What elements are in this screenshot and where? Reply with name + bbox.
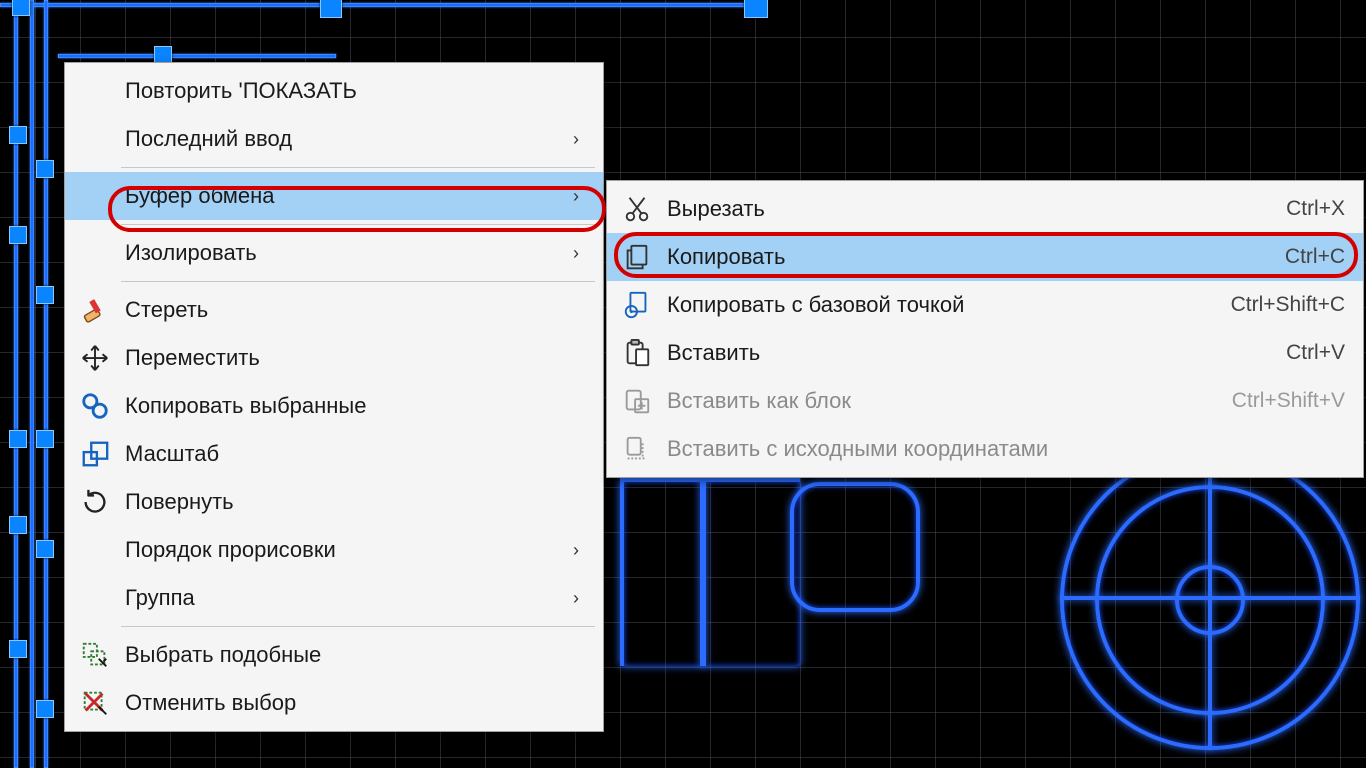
submenu-item-label: Вставить как блок [667,388,1202,414]
submenu-item-paste[interactable]: Вставить Ctrl+V [607,329,1363,377]
submenu-clipboard: Вырезать Ctrl+X Копировать Ctrl+C Копиро… [606,180,1364,478]
submenu-item-paste-block: Вставить как блок Ctrl+Shift+V [607,377,1363,425]
menu-item-label: Отменить выбор [125,690,585,716]
menu-item-label: Последний ввод [125,126,567,152]
selection-grip[interactable] [36,430,54,448]
submenu-item-shortcut: Ctrl+Shift+C [1201,293,1345,317]
submenu-arrow-icon: › [567,186,585,207]
selection-grip[interactable] [744,0,768,18]
submenu-item-label: Копировать [667,244,1255,270]
selection-edge [30,0,34,768]
copy-basepoint-icon [607,290,667,320]
menu-item-label: Копировать выбранные [125,393,585,419]
menu-item-move[interactable]: Переместить [65,334,603,382]
menu-item-label: Масштаб [125,441,585,467]
selection-edge [0,3,760,7]
submenu-arrow-icon: › [567,129,585,150]
menu-item-label: Стереть [125,297,585,323]
selection-grip[interactable] [36,700,54,718]
context-menu: Повторить 'ПОКАЗАТЬ Последний ввод › Буф… [64,62,604,732]
menu-item-label: Буфер обмена [125,183,567,209]
menu-item-rotate[interactable]: Повернуть [65,478,603,526]
submenu-item-shortcut: Ctrl+V [1256,341,1345,365]
move-icon [65,343,125,373]
menu-separator [121,281,595,282]
selection-grip[interactable] [9,430,27,448]
selection-grip[interactable] [12,0,30,16]
selection-grip[interactable] [36,160,54,178]
copy-selected-icon [65,391,125,421]
menu-item-label: Повернуть [125,489,585,515]
submenu-arrow-icon: › [567,243,585,264]
submenu-item-label: Копировать с базовой точкой [667,292,1201,318]
submenu-item-label: Вставить с исходными координатами [667,436,1345,462]
menu-item-label: Переместить [125,345,585,371]
select-similar-icon [65,640,125,670]
drawing-line [620,478,800,666]
selection-edge [44,0,48,768]
menu-item-repeat[interactable]: Повторить 'ПОКАЗАТЬ [65,67,603,115]
menu-item-group[interactable]: Группа › [65,574,603,622]
menu-item-deselect[interactable]: Отменить выбор [65,679,603,727]
drawing-line [1208,450,1212,750]
submenu-item-shortcut: Ctrl+C [1255,245,1345,269]
selection-edge [58,54,336,58]
erase-icon [65,295,125,325]
menu-item-erase[interactable]: Стереть [65,286,603,334]
selection-grip[interactable] [9,226,27,244]
cut-icon [607,194,667,224]
menu-item-label: Порядок прорисовки [125,537,567,563]
copy-icon [607,242,667,272]
submenu-item-paste-original: Вставить с исходными координатами [607,425,1363,473]
submenu-item-copy-base[interactable]: Копировать с базовой точкой Ctrl+Shift+C [607,281,1363,329]
paste-original-icon [607,434,667,464]
submenu-item-shortcut: Ctrl+Shift+V [1202,389,1345,413]
scale-icon [65,439,125,469]
paste-block-icon [607,386,667,416]
submenu-item-shortcut: Ctrl+X [1256,197,1345,221]
paste-icon [607,338,667,368]
menu-item-label: Изолировать [125,240,567,266]
submenu-item-copy[interactable]: Копировать Ctrl+C [607,233,1363,281]
submenu-item-cut[interactable]: Вырезать Ctrl+X [607,185,1363,233]
deselect-icon [65,688,125,718]
menu-item-scale[interactable]: Масштаб [65,430,603,478]
menu-separator [121,224,595,225]
menu-item-label: Группа [125,585,567,611]
selection-grip[interactable] [9,516,27,534]
menu-item-draw-order[interactable]: Порядок прорисовки › [65,526,603,574]
submenu-item-label: Вставить [667,340,1256,366]
rotate-icon [65,487,125,517]
menu-separator [121,626,595,627]
menu-item-clipboard[interactable]: Буфер обмена › [65,172,603,220]
menu-item-label: Выбрать подобные [125,642,585,668]
selection-grip[interactable] [9,126,27,144]
drawing-shape [790,482,920,612]
submenu-item-label: Вырезать [667,196,1256,222]
selection-grip[interactable] [36,540,54,558]
submenu-arrow-icon: › [567,588,585,609]
selection-grip[interactable] [36,286,54,304]
menu-item-isolate[interactable]: Изолировать › [65,229,603,277]
selection-grip[interactable] [9,640,27,658]
menu-item-select-similar[interactable]: Выбрать подобные [65,631,603,679]
drawing-line [700,478,706,666]
menu-item-label: Повторить 'ПОКАЗАТЬ [125,78,585,104]
menu-separator [121,167,595,168]
menu-item-recent-input[interactable]: Последний ввод › [65,115,603,163]
selection-grip[interactable] [320,0,342,18]
menu-item-copy-selected[interactable]: Копировать выбранные [65,382,603,430]
submenu-arrow-icon: › [567,540,585,561]
